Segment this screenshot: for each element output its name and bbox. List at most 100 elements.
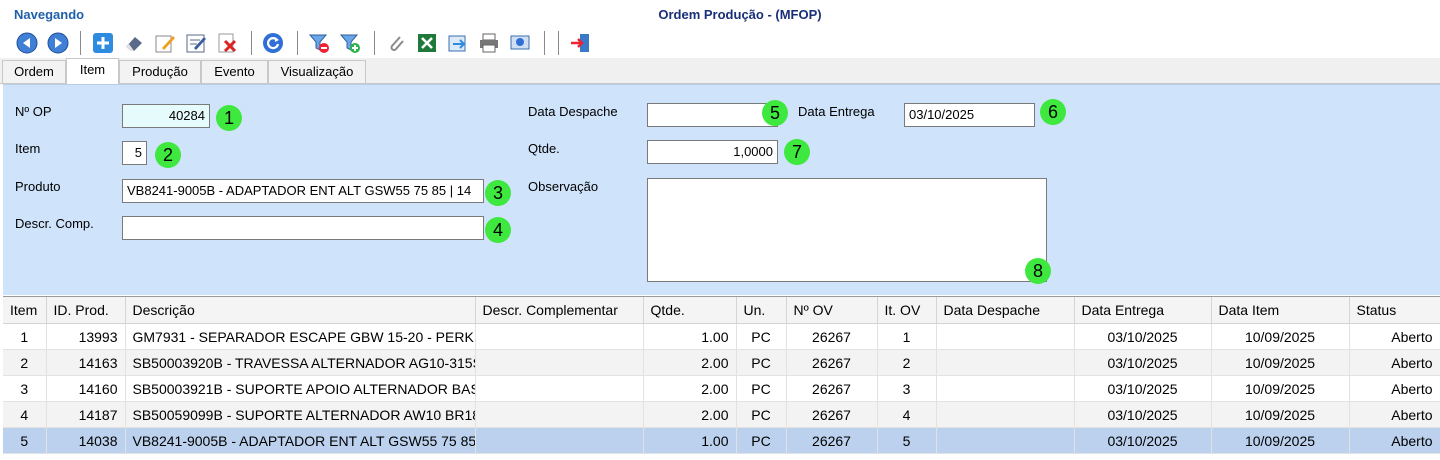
cell-it-ov: 4 bbox=[877, 401, 937, 428]
descr-comp-field[interactable] bbox=[122, 216, 484, 240]
refresh-icon[interactable] bbox=[260, 30, 286, 56]
col-descricao[interactable]: Descrição bbox=[125, 297, 476, 324]
cell-item: 3 bbox=[3, 375, 47, 402]
edit-form-icon[interactable] bbox=[183, 30, 209, 56]
cell-data-entrega: 03/10/2025 bbox=[1074, 349, 1212, 376]
cell-status: Aberto bbox=[1349, 427, 1440, 454]
cell-item: 2 bbox=[3, 349, 47, 376]
add-icon[interactable] bbox=[90, 30, 116, 56]
cell-item: 4 bbox=[3, 401, 47, 428]
annotation-badge: 3 bbox=[485, 180, 511, 206]
cell-qtde: 2.00 bbox=[643, 349, 737, 376]
table-row[interactable]: 3 14160 SB50003921B - SUPORTE APOIO ALTE… bbox=[3, 375, 1440, 402]
delete-icon[interactable] bbox=[214, 30, 240, 56]
back-icon[interactable] bbox=[14, 30, 40, 56]
nop-label: Nº OP bbox=[15, 104, 52, 119]
cell-descricao: SB50059099B - SUPORTE ALTERNADOR AW10 BR… bbox=[125, 401, 476, 428]
observacao-field[interactable] bbox=[647, 178, 1047, 282]
produto-field[interactable]: VB8241-9005B - ADAPTADOR ENT ALT GSW55 7… bbox=[122, 179, 484, 203]
cell-data-despache bbox=[936, 375, 1075, 402]
filter-add-icon[interactable] bbox=[337, 30, 363, 56]
annotation-badge: 4 bbox=[485, 217, 511, 243]
title-bar: Navegando Ordem Produção - (MFOP) bbox=[0, 0, 1440, 28]
preview-icon[interactable] bbox=[507, 30, 533, 56]
cell-data-despache bbox=[936, 349, 1075, 376]
cell-descr-complementar bbox=[475, 401, 644, 428]
cell-qtde: 2.00 bbox=[643, 401, 737, 428]
grid-header-row: Item ID. Prod. Descrição Descr. Compleme… bbox=[3, 297, 1440, 324]
annotation-badge: 6 bbox=[1040, 99, 1066, 125]
annotation-badge: 2 bbox=[155, 142, 181, 168]
cell-nov: 26267 bbox=[786, 323, 878, 350]
tab-bar: Ordem Item Produção Evento Visualização bbox=[0, 58, 1440, 84]
forward-icon[interactable] bbox=[45, 30, 71, 56]
edit-icon[interactable] bbox=[152, 30, 178, 56]
cell-nov: 26267 bbox=[786, 349, 878, 376]
item-field[interactable]: 5 bbox=[122, 141, 147, 165]
excel-icon[interactable] bbox=[414, 30, 440, 56]
table-row[interactable]: 1 13993 GM7931 - SEPARADOR ESCAPE GBW 15… bbox=[3, 323, 1440, 350]
data-entrega-field[interactable]: 03/10/2025 bbox=[904, 103, 1035, 127]
attach-icon[interactable] bbox=[383, 30, 409, 56]
col-descr-complementar[interactable]: Descr. Complementar bbox=[475, 297, 644, 324]
cell-it-ov: 2 bbox=[877, 349, 937, 376]
cell-descricao: VB8241-9005B - ADAPTADOR ENT ALT GSW55 7… bbox=[125, 427, 476, 454]
cell-un: PC bbox=[736, 323, 787, 350]
tab-visualizacao[interactable]: Visualização bbox=[268, 60, 366, 83]
cell-qtde: 2.00 bbox=[643, 375, 737, 402]
tab-item[interactable]: Item bbox=[66, 58, 119, 84]
cell-nov: 26267 bbox=[786, 401, 878, 428]
cell-id-prod: 14187 bbox=[46, 401, 126, 428]
table-row[interactable]: 2 14163 SB50003920B - TRAVESSA ALTERNADO… bbox=[3, 349, 1440, 376]
col-id-prod[interactable]: ID. Prod. bbox=[46, 297, 126, 324]
filter-remove-icon[interactable] bbox=[306, 30, 332, 56]
print-icon[interactable] bbox=[476, 30, 502, 56]
col-data-despache[interactable]: Data Despache bbox=[936, 297, 1075, 324]
col-it-ov[interactable]: It. OV bbox=[877, 297, 937, 324]
col-data-item[interactable]: Data Item bbox=[1211, 297, 1350, 324]
table-row-selected[interactable]: 5 14038 VB8241-9005B - ADAPTADOR ENT ALT… bbox=[3, 427, 1440, 454]
col-qtde[interactable]: Qtde. bbox=[643, 297, 737, 324]
cell-data-item: 10/09/2025 bbox=[1211, 375, 1350, 402]
cell-id-prod: 14160 bbox=[46, 375, 126, 402]
cell-status: Aberto bbox=[1349, 349, 1440, 376]
toolbar-separator bbox=[251, 31, 252, 55]
cell-descr-complementar bbox=[475, 375, 644, 402]
qtde-label: Qtde. bbox=[528, 141, 560, 156]
cell-data-item: 10/09/2025 bbox=[1211, 323, 1350, 350]
cell-descr-complementar bbox=[475, 323, 644, 350]
cell-data-despache bbox=[936, 401, 1075, 428]
col-un[interactable]: Un. bbox=[736, 297, 787, 324]
tab-evento[interactable]: Evento bbox=[201, 60, 268, 83]
toolbar-separator bbox=[80, 31, 81, 55]
cell-id-prod: 14038 bbox=[46, 427, 126, 454]
cell-data-entrega: 03/10/2025 bbox=[1074, 427, 1212, 454]
descr-comp-label: Descr. Comp. bbox=[15, 216, 94, 231]
col-data-entrega[interactable]: Data Entrega bbox=[1074, 297, 1212, 324]
col-item[interactable]: Item bbox=[3, 297, 47, 324]
cell-it-ov: 1 bbox=[877, 323, 937, 350]
nop-field[interactable]: 40284 bbox=[122, 104, 210, 128]
col-status[interactable]: Status bbox=[1349, 297, 1440, 324]
cell-descricao: GM7931 - SEPARADOR ESCAPE GBW 15-20 - PE… bbox=[125, 323, 476, 350]
export-icon[interactable] bbox=[445, 30, 471, 56]
cell-it-ov: 3 bbox=[877, 375, 937, 402]
tab-producao[interactable]: Produção bbox=[119, 60, 201, 83]
cell-status: Aberto bbox=[1349, 401, 1440, 428]
toolbar-separator bbox=[544, 31, 545, 55]
eraser-icon[interactable] bbox=[121, 30, 147, 56]
annotation-badge: 1 bbox=[216, 105, 242, 131]
data-despache-label: Data Despache bbox=[528, 104, 618, 119]
exit-icon[interactable] bbox=[567, 30, 593, 56]
cell-descr-complementar bbox=[475, 427, 644, 454]
data-despache-field[interactable] bbox=[647, 103, 778, 127]
cell-item: 1 bbox=[3, 323, 47, 350]
col-nov[interactable]: Nº OV bbox=[786, 297, 878, 324]
window-title: Ordem Produção - (MFOP) bbox=[658, 7, 822, 22]
annotation-badge: 8 bbox=[1025, 258, 1051, 284]
cell-descricao: SB50003921B - SUPORTE APOIO ALTERNADOR B… bbox=[125, 375, 476, 402]
tab-ordem[interactable]: Ordem bbox=[2, 60, 66, 83]
table-row[interactable]: 4 14187 SB50059099B - SUPORTE ALTERNADOR… bbox=[3, 401, 1440, 428]
qtde-field[interactable]: 1,0000 bbox=[647, 140, 778, 164]
annotation-badge: 5 bbox=[762, 100, 788, 126]
